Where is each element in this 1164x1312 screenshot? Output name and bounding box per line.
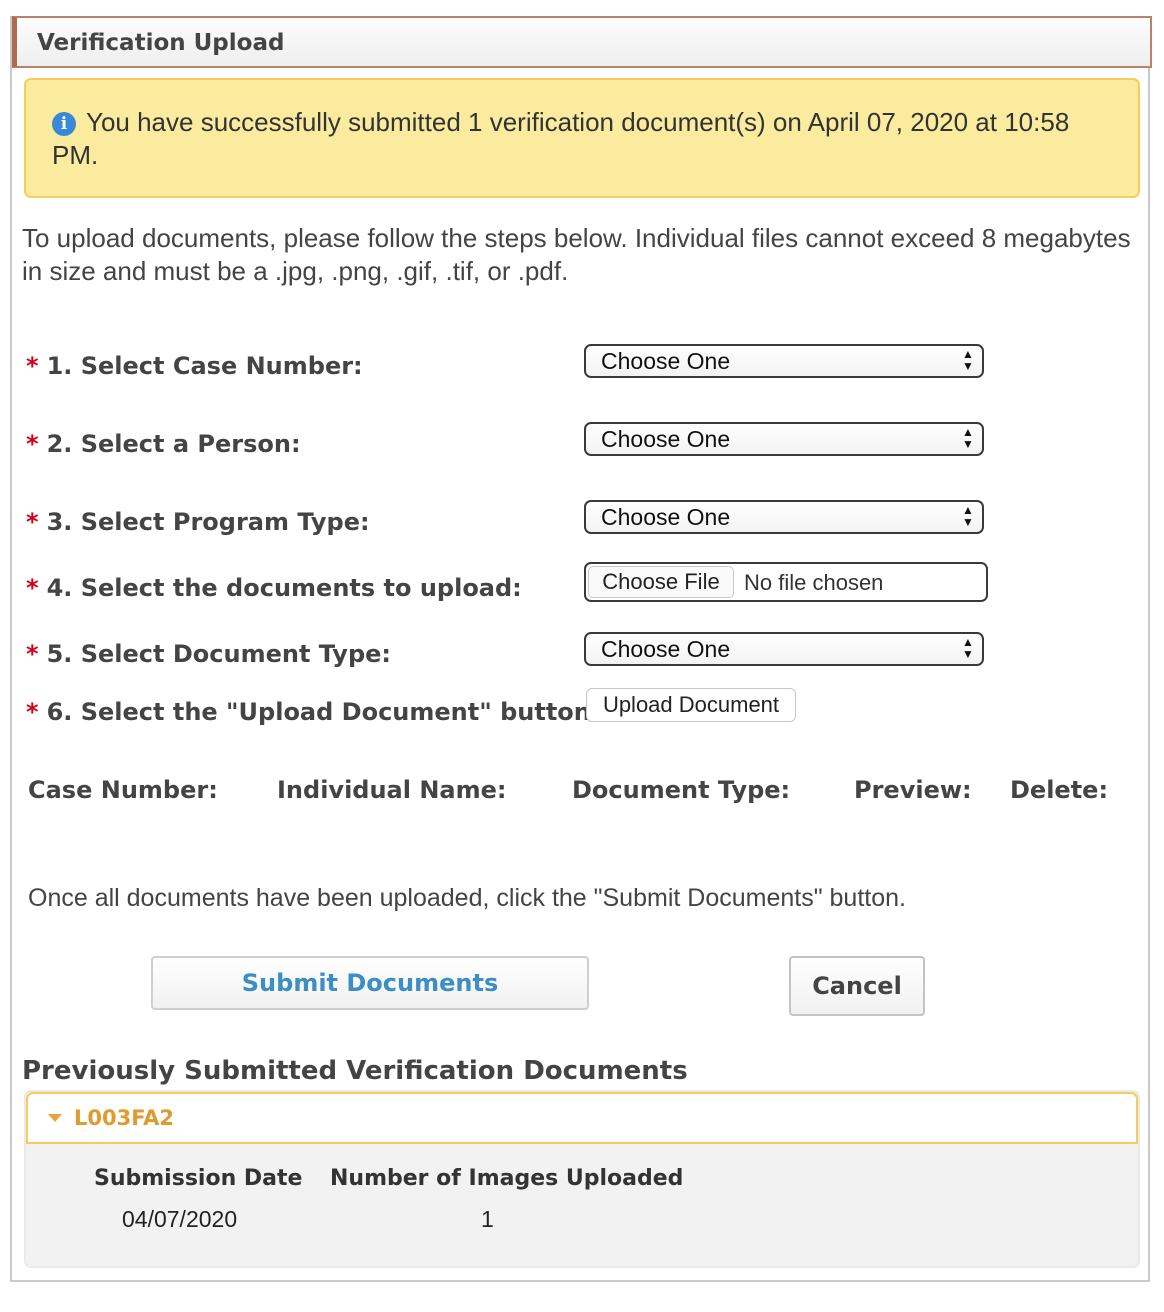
step-case-number-label: * 1. Select Case Number: <box>26 352 363 380</box>
document-type-select[interactable]: Choose One ▲ ▼ <box>584 632 984 666</box>
step-label-text: 2. Select a Person: <box>46 430 301 458</box>
submit-documents-button[interactable]: Submit Documents <box>151 956 589 1010</box>
step-label-text: 6. Select the "Upload Document" button: <box>46 698 601 726</box>
individual-name-column-header: Individual Name: <box>277 776 507 804</box>
panel-title: Verification Upload <box>12 16 1152 68</box>
case-number-column-header: Case Number: <box>28 776 218 804</box>
images-uploaded-value: 1 <box>481 1206 494 1232</box>
preview-column-header: Preview: <box>854 776 972 804</box>
step-label-text: 3. Select Program Type: <box>46 508 370 536</box>
step-documents-label: * 4. Select the documents to upload: <box>26 574 522 602</box>
required-marker: * <box>26 698 39 726</box>
step-program-type-label: * 3. Select Program Type: <box>26 508 370 536</box>
step-label-text: 1. Select Case Number: <box>46 352 363 380</box>
instructions-text: To upload documents, please follow the s… <box>22 223 1131 286</box>
images-uploaded-header: Number of Images Uploaded <box>330 1166 684 1191</box>
submission-date-header: Submission Date <box>94 1166 303 1191</box>
select-value: Choose One <box>601 636 731 662</box>
select-arrows-icon: ▲ ▼ <box>962 503 974 529</box>
step-label-text: 5. Select Document Type: <box>46 640 391 668</box>
case-number-select[interactable]: Choose One ▲ ▼ <box>584 344 984 378</box>
upload-document-button[interactable]: Upload Document <box>586 688 796 722</box>
document-file-input[interactable]: Choose File No file chosen <box>584 562 988 602</box>
step-upload-label: * 6. Select the "Upload Document" button: <box>26 698 600 726</box>
select-arrows-icon: ▲ ▼ <box>962 635 974 661</box>
file-status: No file chosen <box>744 570 884 595</box>
step-label-text: 4. Select the documents to upload: <box>46 574 522 602</box>
required-marker: * <box>26 508 39 536</box>
accordion-header-case[interactable]: L003FA2 <box>26 1092 1138 1144</box>
case-id: L003FA2 <box>74 1106 175 1130</box>
verification-upload-panel: Verification Upload i You have successful… <box>10 16 1152 1282</box>
submission-date-value: 04/07/2020 <box>122 1206 238 1232</box>
caret-down-icon <box>48 1114 62 1122</box>
select-value: Choose One <box>601 504 731 530</box>
step-person-label: * 2. Select a Person: <box>26 430 301 458</box>
info-icon: i <box>52 112 76 136</box>
select-value: Choose One <box>601 426 731 452</box>
cancel-button[interactable]: Cancel <box>789 956 925 1016</box>
program-type-select[interactable]: Choose One ▲ ▼ <box>584 500 984 534</box>
person-select[interactable]: Choose One ▲ ▼ <box>584 422 984 456</box>
previous-documents-title: Previously Submitted Verification Docume… <box>22 1056 688 1086</box>
alert-message: You have successfully submitted 1 verifi… <box>52 107 1070 170</box>
submit-instruction-text: Once all documents have been uploaded, c… <box>28 884 906 912</box>
step-document-type-label: * 5. Select Document Type: <box>26 640 391 668</box>
required-marker: * <box>26 352 39 380</box>
select-arrows-icon: ▲ ▼ <box>962 425 974 451</box>
select-value: Choose One <box>601 348 731 374</box>
required-marker: * <box>26 430 39 458</box>
document-type-column-header: Document Type: <box>572 776 791 804</box>
delete-column-header: Delete: <box>1010 776 1109 804</box>
required-marker: * <box>26 640 39 668</box>
choose-file-button[interactable]: Choose File <box>588 566 734 598</box>
select-arrows-icon: ▲ ▼ <box>962 347 974 373</box>
required-marker: * <box>26 574 39 602</box>
success-alert: i You have successfully submitted 1 verif… <box>24 78 1140 198</box>
